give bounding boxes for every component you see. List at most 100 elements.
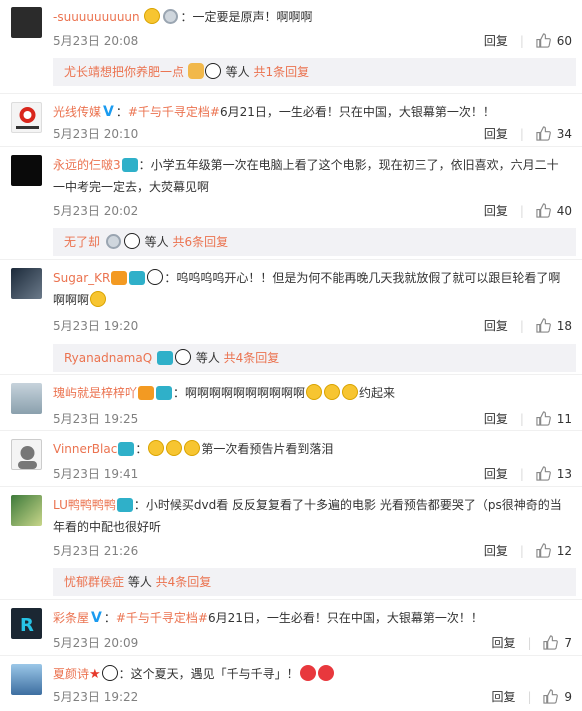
timestamp: 5月23日 19:20 [53, 319, 139, 333]
badge-ring-icon [163, 9, 179, 24]
like-thumb-icon[interactable] [543, 689, 559, 707]
hashtag-link[interactable]: #千与千寻定档# [128, 105, 220, 119]
reply-button[interactable]: 回复 [491, 636, 515, 650]
timestamp: 5月23日 20:08 [53, 34, 139, 48]
like-count: 34 [556, 127, 572, 141]
star-badge-icon: ★ [89, 667, 101, 682]
avatar[interactable]: R [11, 608, 42, 639]
comment-body: 瑰屿就是梓梓吖 ：啊啊啊啊啊啊啊啊啊啊 约起来 [53, 382, 568, 404]
like-thumb-icon[interactable] [536, 466, 551, 484]
avatar[interactable] [11, 383, 42, 414]
verified-v-icon: V [103, 104, 114, 120]
like-thumb-icon[interactable] [543, 635, 559, 653]
like-count: 40 [556, 204, 572, 218]
reply-summary[interactable]: 忧郁群侯症 等人 共4条回复 [53, 568, 576, 596]
comment-text-tail: 约起来 [359, 386, 396, 400]
reply-count-link[interactable]: 共6条回复 [172, 235, 228, 249]
username-link[interactable]: 夏颜诗 [53, 667, 89, 681]
svg-text:R: R [20, 615, 34, 636]
timestamp: 5月23日 21:26 [53, 544, 139, 558]
like-thumb-icon[interactable] [536, 203, 551, 221]
comment-text: 6月21日，一生必看！只在中国，大银幕第一次！！ [220, 105, 495, 119]
avatar[interactable] [11, 495, 42, 526]
comment-item: VinnerBlac ： 第一次看预告片看到落泪 5月23日 19:41 回复 | 1… [0, 432, 582, 487]
comment-body: LU鸭鸭鸭鸭 ：小时候买dvd看 反反复复看了十多遍的电影 光看预告都要哭了（ps… [53, 494, 568, 538]
comment-actions: 回复 | 18 [484, 317, 572, 336]
reply-users[interactable]: 尤长靖想把你养肥一点 [64, 65, 184, 79]
timestamp: 5月23日 19:22 [53, 690, 139, 704]
reply-count-link[interactable]: 共4条回复 [224, 351, 280, 365]
reply-count-link[interactable]: 共1条回复 [253, 65, 309, 79]
reply-users[interactable]: 忧郁群侯症 [64, 575, 124, 589]
avatar[interactable] [11, 664, 42, 695]
reply-suffix: 等人 [221, 65, 254, 79]
panda-emoji-icon [147, 269, 164, 285]
username-link[interactable]: LU鸭鸭鸭鸭 [53, 498, 116, 512]
comment-actions: 回复 | 34 [484, 125, 572, 144]
like-thumb-icon[interactable] [536, 318, 551, 336]
reply-button[interactable]: 回复 [484, 412, 508, 426]
like-thumb-icon[interactable] [536, 126, 551, 144]
username-link[interactable]: Sugar_KR [53, 271, 110, 285]
username-link[interactable]: -suuuuuuuuun [53, 10, 140, 24]
reply-button[interactable]: 回复 [491, 690, 515, 704]
crying-emoji-icon [306, 384, 323, 400]
member-badge-icon [156, 386, 173, 400]
comment-body: -suuuuuuuuun ：一定要是原声！啊啊啊 [53, 6, 568, 28]
comment-item: LU鸭鸭鸭鸭 ：小时候买dvd看 反反复复看了十多遍的电影 光看预告都要哭了（ps… [0, 488, 582, 600]
like-count: 9 [564, 690, 572, 704]
comment-text: ：这个夏天，遇见「千与千寻」！ [118, 667, 299, 681]
comment-item: 永远的仨啵3 ：小学五年级第一次在电脑上看了这个电影，现在初三了，依旧喜欢，六月二… [0, 148, 582, 260]
crying-emoji-icon [324, 384, 341, 400]
comment-actions: 回复 | 7 [491, 634, 572, 653]
like-thumb-icon[interactable] [536, 411, 551, 429]
reply-summary[interactable]: RyanadnamaQ 等人 共4条回复 [53, 344, 576, 372]
username-link[interactable]: VinnerBlac [53, 442, 117, 456]
reply-summary[interactable]: 尤长靖想把你养肥一点 等人 共1条回复 [53, 58, 576, 86]
heart-emoji-icon [299, 665, 316, 681]
avatar[interactable] [11, 439, 42, 470]
reply-button[interactable]: 回复 [484, 544, 508, 558]
flower-icon [187, 63, 204, 79]
username-link[interactable]: 永远的仨啵3 [53, 158, 121, 172]
reply-button[interactable]: 回复 [484, 467, 508, 481]
comment-actions: 回复 | 11 [484, 410, 572, 429]
comment-actions: 回复 | 13 [484, 465, 572, 484]
hashtag-link[interactable]: #千与千寻定档# [116, 611, 208, 625]
like-count: 12 [556, 544, 572, 558]
avatar[interactable] [11, 268, 42, 299]
username-link[interactable]: 瑰屿就是梓梓吖 [53, 386, 137, 400]
reply-suffix: 等人 [192, 351, 224, 365]
comment-body: 永远的仨啵3 ：小学五年级第一次在电脑上看了这个电影，现在初三了，依旧喜欢，六月二… [53, 154, 568, 198]
comment-text: ： [135, 442, 148, 456]
comment-body: 光线传媒 V ：#千与千寻定档#6月21日，一生必看！只在中国，大银幕第一次！！ [53, 101, 568, 123]
reply-button[interactable]: 回复 [484, 204, 508, 218]
timestamp: 5月23日 19:41 [53, 467, 139, 481]
comment-body: Sugar_KR ：呜呜呜呜开心！！但是为何不能再晚几天我就放假了就可以跟巨轮看了… [53, 267, 568, 311]
comment-actions: 回复 | 9 [491, 688, 572, 707]
reply-summary[interactable]: 无了却 等人 共6条回复 [53, 228, 576, 256]
reply-users[interactable]: 无了却 [64, 235, 100, 249]
reply-button[interactable]: 回复 [484, 127, 508, 141]
vip-badge-icon [138, 386, 155, 400]
reply-button[interactable]: 回复 [484, 34, 508, 48]
verified-v-icon: V [91, 610, 102, 626]
reply-button[interactable]: 回复 [484, 319, 508, 333]
username-link[interactable]: 彩条屋 [53, 611, 89, 625]
comment-body: 夏颜诗★ ：这个夏天，遇见「千与千寻」！ [53, 663, 568, 686]
emoji-icon [90, 291, 107, 307]
badge-ring-icon [105, 234, 121, 249]
username-link[interactable]: 光线传媒 [53, 105, 101, 119]
like-count: 7 [564, 636, 572, 650]
comment-item: Sugar_KR ：呜呜呜呜开心！！但是为何不能再晚几天我就放假了就可以跟巨轮看了… [0, 261, 582, 375]
like-thumb-icon[interactable] [536, 543, 551, 561]
avatar[interactable] [11, 102, 42, 133]
reply-users[interactable]: RyanadnamaQ [64, 351, 152, 365]
reply-suffix: 等人 [124, 575, 156, 589]
like-thumb-icon[interactable] [536, 33, 551, 51]
reply-count-link[interactable]: 共4条回复 [156, 575, 212, 589]
avatar[interactable] [11, 7, 42, 38]
crying-emoji-icon [184, 440, 201, 456]
avatar[interactable] [11, 155, 42, 186]
member-badge-icon [157, 351, 173, 365]
